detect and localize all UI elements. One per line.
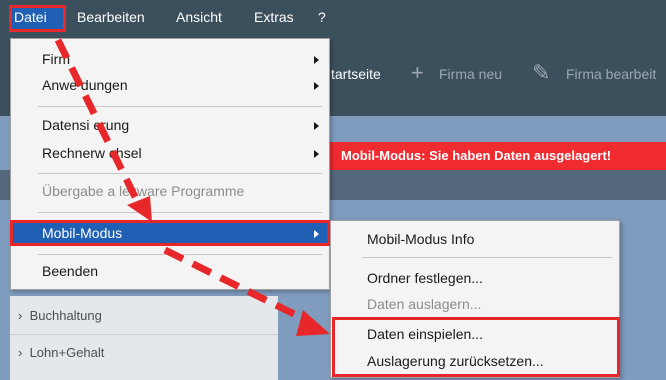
arrow-line <box>54 38 144 209</box>
arrow-line <box>163 246 312 326</box>
arrow-head-icon <box>296 310 330 336</box>
annotation-arrows <box>54 38 330 336</box>
arrow-head-icon <box>127 196 152 222</box>
